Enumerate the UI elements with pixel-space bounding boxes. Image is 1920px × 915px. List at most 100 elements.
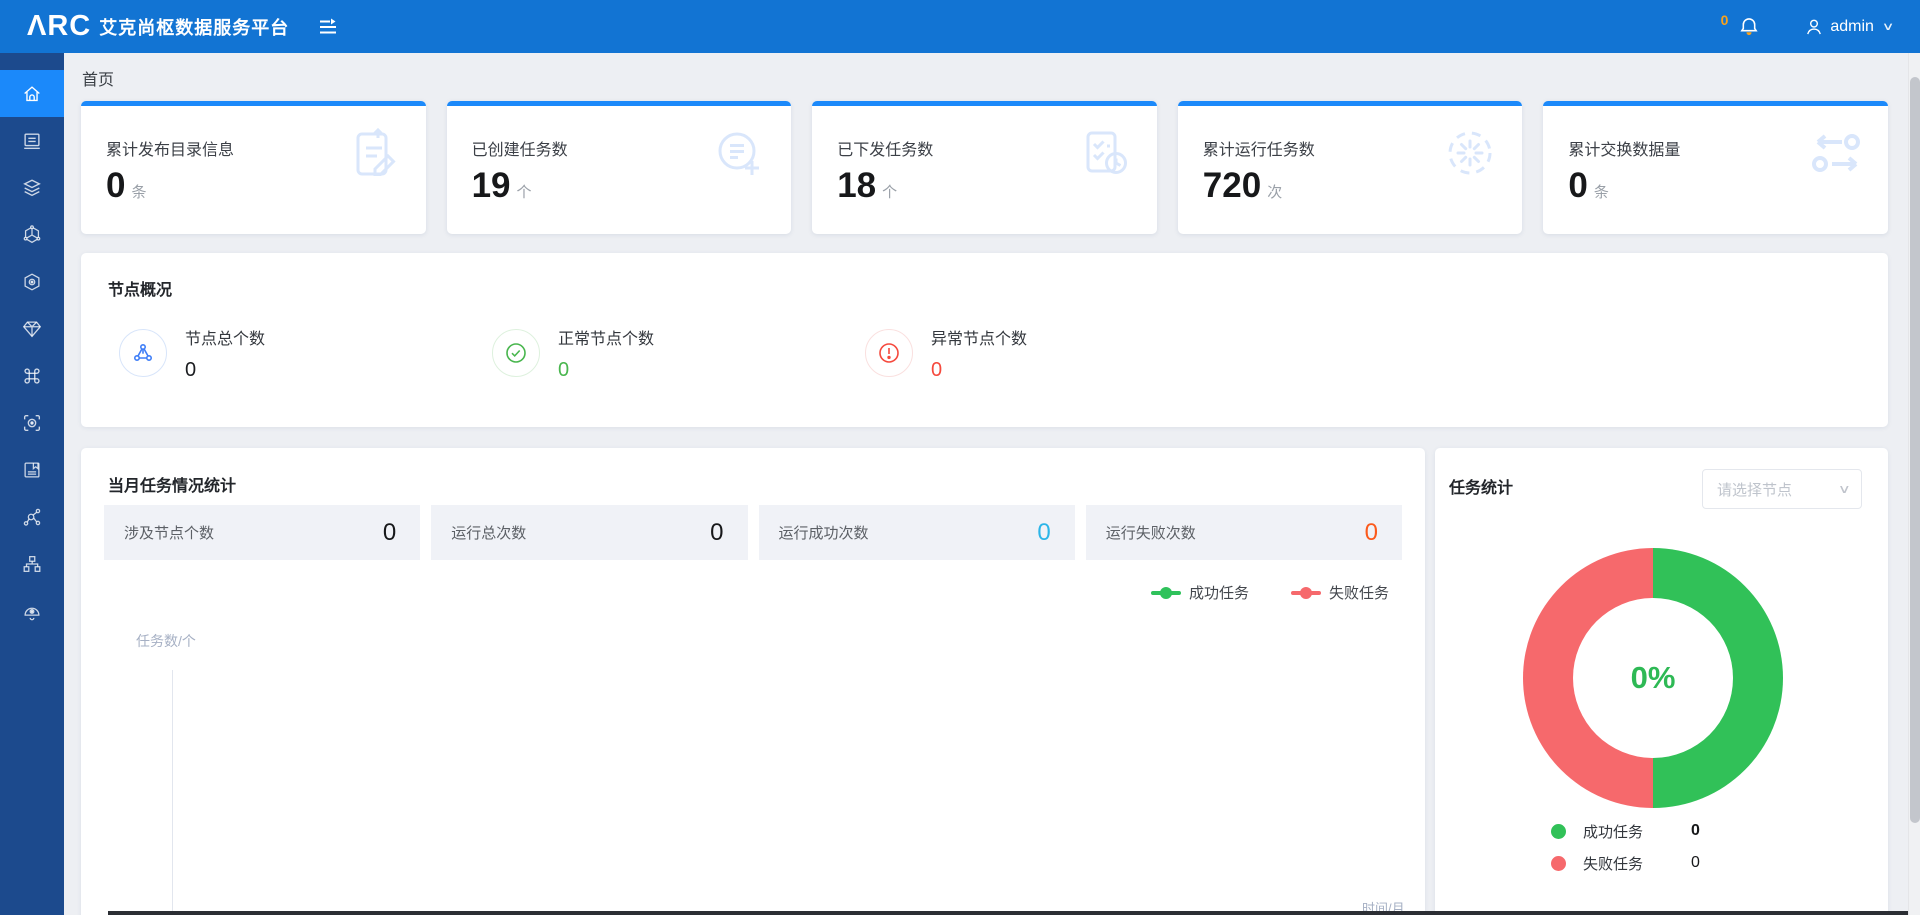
- card-title: 累计运行任务数: [1203, 136, 1315, 160]
- notification-badge: 0: [1721, 12, 1729, 28]
- card-catalog-published: 累计发布目录信息 0条: [81, 101, 426, 234]
- task-running-icon: [1438, 122, 1502, 186]
- monthly-task-panel: 当月任务情况统计 涉及节点个数 0 运行总次数 0 运行成功次数 0 运行失败次…: [81, 448, 1425, 915]
- card-tasks-dispatched: 已下发任务数 18 个: [812, 101, 1157, 234]
- node-total-value: 0: [185, 359, 265, 382]
- sidebar-item-home[interactable]: [0, 70, 64, 117]
- donut-center-percent: 0%: [1631, 660, 1676, 696]
- node-normal-group: 正常节点个数 0: [492, 325, 865, 382]
- stat-box-label: 运行总次数: [451, 522, 526, 543]
- node-select-dropdown[interactable]: 请选择节点 ∨: [1702, 469, 1862, 509]
- legend-failed-tasks[interactable]: 失败任务: [1291, 582, 1389, 603]
- sidebar-item-lineage[interactable]: [0, 493, 64, 540]
- card-unit: 条: [1594, 184, 1609, 201]
- stat-box-label: 运行失败次数: [1106, 522, 1196, 543]
- node-abnormal-group: 异常节点个数 0: [865, 325, 1238, 382]
- legend-label: 成功任务: [1583, 821, 1691, 842]
- monthly-task-title: 当月任务情况统计: [108, 472, 236, 496]
- card-unit: 个: [882, 184, 897, 201]
- sidebar-item-catalog[interactable]: [0, 117, 64, 164]
- sidebar-item-assets[interactable]: [0, 305, 64, 352]
- node-total-group: 节点总个数 0: [119, 325, 492, 382]
- data-exchange-icon: [1804, 122, 1868, 186]
- document-list-icon: [21, 130, 43, 152]
- sidebar-nav: [0, 53, 64, 915]
- card-title: 已创建任务数: [472, 136, 568, 160]
- vertical-scrollbar[interactable]: [1908, 53, 1920, 915]
- stat-box-nodes-involved: 涉及节点个数 0: [104, 505, 420, 560]
- sidebar-item-tasks[interactable]: [0, 352, 64, 399]
- sidebar-item-exchange[interactable]: [0, 211, 64, 258]
- sidebar-item-alerts[interactable]: [0, 587, 64, 634]
- y-axis-label: 任务数/个: [136, 631, 196, 651]
- bell-alert-icon: [21, 600, 43, 622]
- command-icon: [21, 365, 43, 387]
- catalog-publish-icon: [342, 122, 406, 186]
- stat-box-success-runs: 运行成功次数 0: [759, 505, 1075, 560]
- sitemap-icon: [21, 553, 43, 575]
- node-normal-label: 正常节点个数: [558, 325, 654, 349]
- layers-icon: [21, 177, 43, 199]
- collapse-menu-button[interactable]: [317, 16, 339, 38]
- card-value: 18: [837, 166, 876, 205]
- home-icon: [21, 83, 43, 105]
- box-gear-icon: [21, 271, 43, 293]
- stat-box-value: 0: [383, 519, 396, 547]
- sidebar-item-monitor[interactable]: [0, 399, 64, 446]
- chevron-down-icon: ∨: [1838, 482, 1851, 496]
- user-menu-button[interactable]: admin ∨: [1804, 17, 1892, 37]
- node-select-placeholder: 请选择节点: [1717, 479, 1792, 500]
- legend-success-tasks[interactable]: 成功任务: [1151, 582, 1249, 603]
- node-overview-title: 节点概况: [108, 276, 172, 300]
- node-abnormal-icon: [865, 329, 913, 377]
- donut-legend: 成功任务 0 失败任务 0: [1551, 820, 1700, 884]
- cube-network-icon: [21, 224, 43, 246]
- user-name: admin: [1830, 18, 1874, 36]
- node-overview-panel: 节点概况 节点总个数 0: [81, 253, 1888, 427]
- node-total-label: 节点总个数: [185, 325, 265, 349]
- stat-cards-row: 累计发布目录信息 0条 已创建任务数 19 个 已下发任务数 18 个: [81, 101, 1888, 234]
- node-normal-icon: [492, 329, 540, 377]
- sidebar-item-archive[interactable]: [0, 446, 64, 493]
- stat-box-label: 涉及节点个数: [124, 522, 214, 543]
- breadcrumb: 首页: [82, 66, 114, 90]
- card-tasks-run: 累计运行任务数 720次: [1178, 101, 1523, 234]
- legend-marker-green: [1151, 591, 1181, 595]
- stat-box-value: 0: [1037, 519, 1050, 547]
- card-title: 累计发布目录信息: [106, 136, 234, 160]
- legend-value: 0: [1691, 822, 1700, 840]
- legend-dot-green: [1551, 824, 1566, 839]
- app-header: ΛRC 艾克尚枢数据服务平台 0 admin ∨: [0, 0, 1920, 53]
- node-abnormal-value: 0: [931, 359, 1027, 382]
- card-title: 累计交换数据量: [1568, 136, 1680, 160]
- node-stats-row: 节点总个数 0 正常节点个数 0: [119, 325, 1238, 382]
- chart-y-axis-line: [172, 670, 173, 915]
- stat-box-label: 运行成功次数: [779, 522, 869, 543]
- monthly-stat-boxes: 涉及节点个数 0 运行总次数 0 运行成功次数 0 运行失败次数 0: [104, 505, 1402, 560]
- legend-dot-red: [1551, 856, 1566, 871]
- card-value: 720: [1203, 166, 1261, 205]
- task-dispatched-icon: [1073, 122, 1137, 186]
- legend-label: 失败任务: [1583, 853, 1691, 874]
- book-archive-icon: [21, 459, 43, 481]
- task-donut-chart: 0%: [1523, 548, 1783, 808]
- donut-legend-failed[interactable]: 失败任务 0: [1551, 852, 1700, 874]
- sidebar-item-services[interactable]: [0, 258, 64, 305]
- sidebar-item-topology[interactable]: [0, 540, 64, 587]
- brand-logo: ΛRC: [27, 12, 91, 41]
- notification-bell-button[interactable]: [1738, 16, 1760, 38]
- sidebar-item-resources[interactable]: [0, 164, 64, 211]
- card-data-exchanged: 累计交换数据量 0条: [1543, 101, 1888, 234]
- target-scan-icon: [21, 412, 43, 434]
- scrollbar-thumb[interactable]: [1910, 77, 1920, 823]
- bell-icon: [1738, 16, 1760, 38]
- card-value: 19: [472, 166, 511, 205]
- node-normal-value: 0: [558, 359, 654, 382]
- legend-label: 成功任务: [1189, 582, 1249, 603]
- card-title: 已下发任务数: [837, 136, 933, 160]
- molecule-share-icon: [21, 506, 43, 528]
- stat-box-value: 0: [1365, 519, 1378, 547]
- legend-value: 0: [1691, 854, 1700, 872]
- gem-icon: [21, 318, 43, 340]
- donut-legend-success[interactable]: 成功任务 0: [1551, 820, 1700, 842]
